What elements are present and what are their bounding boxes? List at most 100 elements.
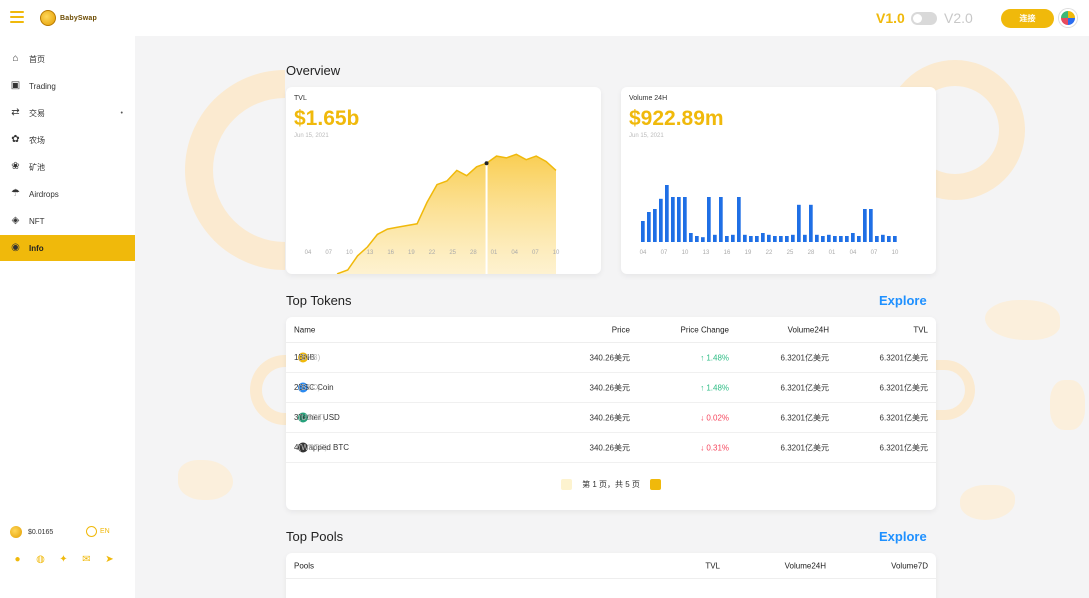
x-tick-label: 07 (871, 250, 878, 256)
table-row[interactable]: 2 BSC Coin (BSC) 340.26美元 ↑ 1.48% 6.3201亿美元… (286, 373, 936, 403)
token-tvl: 6.3201亿美元 (879, 353, 928, 362)
email-icon[interactable]: ✉ (81, 554, 92, 565)
sidebar-item-label: Airdrops (29, 189, 59, 199)
x-tick-label: 01 (829, 250, 836, 256)
token-cell: 2 BSC Coin (BSC) (294, 382, 334, 393)
volume-bar (773, 236, 777, 242)
decoration-ring (185, 70, 285, 270)
sidebar-item-nft[interactable]: ◈ NFT (0, 208, 135, 234)
sidebar-item-home[interactable]: ⌂ 首页 (0, 46, 135, 72)
token-volume: 6.3201亿美元 (780, 353, 829, 362)
github-icon[interactable]: ● (12, 554, 23, 565)
x-tick-label: 10 (682, 250, 689, 256)
token-price: 340.26美元 (589, 353, 630, 362)
decoration-blob (178, 460, 233, 500)
sidebar-item-airdrops[interactable]: ☂ Airdrops (0, 181, 135, 207)
volume-bar (641, 221, 645, 242)
volume-bar (875, 236, 879, 242)
column-header-volume7d[interactable]: Volume7D (891, 561, 928, 570)
telegram-icon[interactable]: ➤ (104, 554, 115, 565)
volume-bar (713, 234, 717, 242)
x-tick-label: 25 (449, 250, 456, 256)
x-tick-label: 16 (724, 250, 731, 256)
next-page-button[interactable] (649, 479, 661, 490)
volume-bar-chart[interactable]: 04 07 10 13 16 19 22 25 28 01 04 07 10 (621, 87, 936, 274)
column-header-volume[interactable]: Volume24H (788, 325, 829, 334)
version-toggle[interactable] (911, 12, 937, 25)
x-tick-label: 19 (745, 250, 752, 256)
table-row[interactable]: 3 Tether USD (USDT) 340.26美元 ↓ 0.02% 6.3201… (286, 403, 936, 433)
x-tick-label: 13 (367, 250, 374, 256)
sidebar-item-swap[interactable]: ⇄ 交易 • (0, 100, 135, 126)
top-pools-explore-link[interactable]: Explore (879, 529, 927, 544)
sidebar-item-trading[interactable]: ▣ Trading (0, 73, 135, 99)
volume-bar (677, 197, 681, 242)
sidebar-item-label: Info (29, 243, 44, 253)
sidebar-item-pool[interactable]: ❀ 矿池 (0, 154, 135, 180)
volume-bar (665, 185, 669, 242)
sidebar-item-label: 交易 (29, 108, 45, 118)
tvl-area-chart[interactable]: 04 07 10 13 16 19 22 25 28 01 04 07 10 (286, 87, 601, 274)
x-tick-label: 07 (325, 250, 332, 256)
overview-title: Overview (286, 63, 341, 78)
x-tick-label: 01 (491, 250, 498, 256)
twitter-icon[interactable]: ✦ (58, 554, 69, 565)
column-header-price-change[interactable]: Price Change (681, 325, 729, 334)
volume-bar (851, 233, 855, 242)
sidebar-item-info[interactable]: ◉ Info (0, 235, 135, 261)
connect-wallet-button[interactable]: 连接 (1001, 9, 1054, 28)
column-header-price[interactable]: Price (612, 325, 630, 334)
table-header: Pools TVL Volume24H Volume7D (286, 553, 936, 579)
language-label: EN (100, 528, 110, 535)
language-switcher[interactable]: EN (86, 526, 110, 537)
trade-icon: ▣ (10, 80, 21, 91)
avatar[interactable] (1059, 9, 1077, 27)
discord-icon[interactable]: ◍ (35, 554, 46, 565)
x-tick-label: 28 (470, 250, 477, 256)
airdrop-icon: ☂ (11, 188, 20, 199)
table-row[interactable]: 4 Wrapped BTC (WBTC) 340.26美元 ↓ 0.31% 6.320… (286, 433, 936, 463)
column-header-tvl[interactable]: TVL (705, 561, 720, 570)
tvl-area (337, 154, 556, 274)
sidebar: ⌂ 首页 ▣ Trading ⇄ 交易 • ✿ 农场 ❀ 矿池 ☂ Airdro… (0, 36, 135, 598)
table-row[interactable]: 1 BNB (BNB) 340.26美元 ↑ 1.48% 6.3201亿美元 6.320… (286, 343, 936, 373)
token-price-value: $0.0165 (28, 528, 54, 536)
volume-bar (737, 197, 741, 242)
volume-bar (725, 236, 729, 242)
column-header-pools[interactable]: Pools (294, 561, 314, 570)
volume-bar (887, 236, 891, 242)
column-header-volume24h[interactable]: Volume24H (785, 561, 826, 570)
volume-bar (821, 236, 825, 242)
version-v1-label[interactable]: V1.0 (876, 10, 905, 26)
x-tick-label: 04 (305, 250, 312, 256)
x-tick-label: 04 (640, 250, 647, 256)
hamburger-menu-icon[interactable] (10, 11, 24, 23)
column-header-tvl[interactable]: TVL (913, 325, 928, 334)
volume-card: Volume 24H $922.89m Jun 15, 2021 04 07 10 1… (621, 87, 936, 274)
decoration-ring (250, 355, 290, 425)
sidebar-item-farm[interactable]: ✿ 农场 (0, 127, 135, 153)
version-v2-label[interactable]: V2.0 (944, 10, 973, 26)
token-volume: 6.3201亿美元 (780, 443, 829, 452)
pool-icon: ❀ (11, 161, 20, 172)
token-volume: 6.3201亿美元 (780, 383, 829, 392)
top-tokens-explore-link[interactable]: Explore (879, 293, 927, 308)
x-tick-label: 19 (408, 250, 415, 256)
logo[interactable]: BabySwap (40, 10, 97, 26)
x-tick-label: 10 (892, 250, 899, 256)
info-icon: ◉ (11, 242, 20, 253)
volume-bar (833, 236, 837, 242)
volume-bar (671, 197, 675, 242)
sidebar-item-label: NFT (29, 216, 45, 226)
table-header: Name Price Price Change Volume24H TVL (286, 317, 936, 343)
baby-coin-icon (10, 526, 22, 538)
column-header-name[interactable]: Name (294, 325, 315, 334)
volume-bar (827, 234, 831, 242)
globe-icon (86, 526, 97, 537)
x-tick-label: 13 (703, 250, 710, 256)
volume-bar (683, 197, 687, 242)
logo-text: BabySwap (60, 14, 97, 22)
x-tick-label: 22 (766, 250, 773, 256)
token-tvl: 6.3201亿美元 (879, 443, 928, 452)
previous-page-button[interactable] (561, 479, 573, 490)
